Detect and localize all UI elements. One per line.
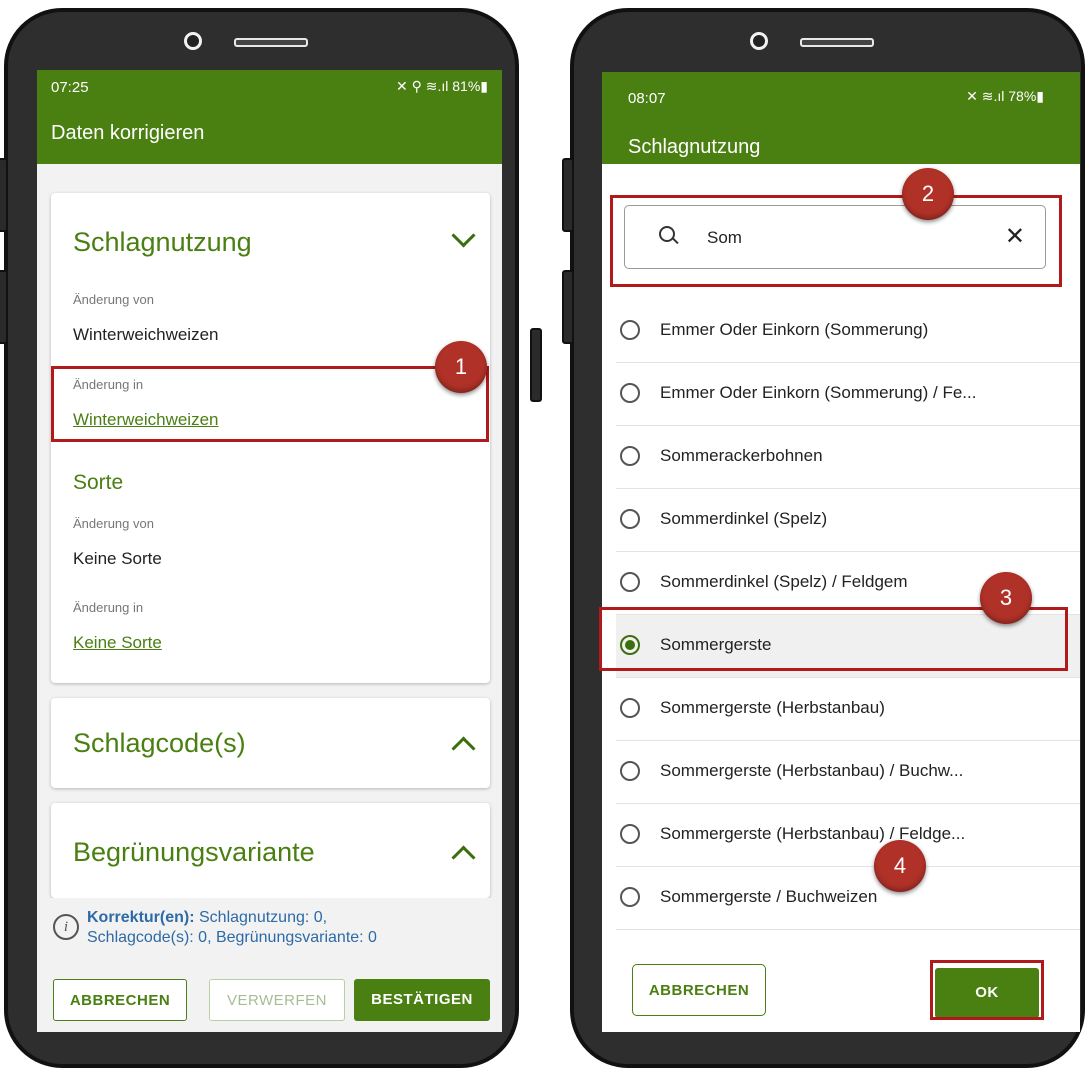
- volume-button-lower: [562, 270, 574, 344]
- highlight-box-2: [610, 195, 1062, 287]
- option-label: Emmer Oder Einkorn (Sommerung): [660, 320, 929, 339]
- power-button: [530, 328, 542, 402]
- option-item[interactable]: Sommergerste / Buchweizen: [616, 867, 1080, 930]
- option-item[interactable]: Emmer Oder Einkorn (Sommerung): [616, 300, 1080, 363]
- radio-icon[interactable]: [620, 761, 640, 781]
- step-marker-1: 1: [435, 341, 487, 393]
- discard-button[interactable]: VERWERFEN: [209, 979, 345, 1021]
- chevron-up-icon[interactable]: [451, 736, 476, 761]
- volume-button: [562, 158, 574, 232]
- schlagnutzung-title: Schlagnutzung: [73, 227, 252, 257]
- option-item[interactable]: Sommerdinkel (Spelz): [616, 489, 1080, 552]
- radio-icon[interactable]: [620, 887, 640, 907]
- left-screen: 07:25 ✕ ⚲ ≋.ıl 81%▮ Daten korrigieren Sc…: [37, 70, 502, 1032]
- radio-icon[interactable]: [620, 320, 640, 340]
- app-title: Daten korrigieren: [51, 122, 205, 144]
- chevron-down-icon[interactable]: [451, 223, 476, 248]
- option-label: Emmer Oder Einkorn (Sommerung) / Fe...: [660, 383, 977, 402]
- from-value: Winterweichweizen: [73, 325, 219, 344]
- radio-icon[interactable]: [620, 824, 640, 844]
- volume-button: [0, 158, 8, 232]
- status-bar: 08:07 ✕ ≋.ıl 78%▮: [602, 72, 1080, 112]
- option-label: Sommergerste / Buchweizen: [660, 887, 878, 906]
- option-label: Sommerdinkel (Spelz): [660, 509, 828, 528]
- radio-icon[interactable]: [620, 383, 640, 403]
- schlagcode-card[interactable]: Schlagcode(s): [51, 698, 490, 788]
- camera-icon: [750, 32, 768, 50]
- status-icons: ✕ ⚲ ≋.ıl 81%▮: [396, 78, 488, 94]
- confirm-button[interactable]: BESTÄTIGEN: [354, 979, 490, 1021]
- option-label: Sommergerste (Herbstanbau) / Buchw...: [660, 761, 964, 780]
- radio-icon[interactable]: [620, 572, 640, 592]
- schlagnutzung-header[interactable]: Schlagnutzung: [51, 193, 490, 283]
- begruenung-title: Begrünungsvariante: [73, 837, 315, 867]
- info-icon: i: [53, 914, 79, 940]
- status-bar: 07:25 ✕ ⚲ ≋.ıl 81%▮: [37, 70, 502, 102]
- option-item[interactable]: Sommergerste (Herbstanbau) / Buchw...: [616, 741, 1080, 804]
- app-bar: Daten korrigieren: [37, 102, 502, 164]
- sorte-from-label: Änderung von: [73, 516, 154, 531]
- sorte-title: Sorte: [73, 471, 124, 494]
- option-label: Sommerdinkel (Spelz) / Feldgem: [660, 572, 908, 591]
- info-text-1: Schlagnutzung: 0,: [194, 909, 328, 926]
- status-icons: ✕ ≋.ıl 78%▮: [966, 88, 1044, 104]
- from-label: Änderung von: [73, 292, 154, 307]
- step-marker-3: 3: [980, 572, 1032, 624]
- option-label: Sommergerste (Herbstanbau) / Feldge...: [660, 824, 966, 843]
- chevron-up-icon[interactable]: [451, 845, 476, 870]
- option-label: Sommergerste (Herbstanbau): [660, 698, 885, 717]
- step-marker-2: 2: [902, 168, 954, 220]
- speaker-grille: [800, 38, 874, 47]
- info-text-2: Schlagcode(s): 0, Begrünungsvariante: 0: [87, 929, 377, 946]
- info-bold: Korrektur(en):: [87, 909, 195, 926]
- radio-icon[interactable]: [620, 509, 640, 529]
- option-item[interactable]: Emmer Oder Einkorn (Sommerung) / Fe...: [616, 363, 1080, 426]
- option-item[interactable]: Sommergerste (Herbstanbau): [616, 678, 1080, 741]
- sorte-to-value-link[interactable]: Keine Sorte: [73, 633, 162, 653]
- option-item[interactable]: Sommerackerbohnen: [616, 426, 1080, 489]
- app-title: Schlagnutzung: [628, 136, 761, 158]
- highlight-box-4: [930, 960, 1044, 1020]
- option-label: Sommerackerbohnen: [660, 446, 823, 465]
- highlight-box-1: [51, 366, 489, 442]
- app-bar: Schlagnutzung: [602, 112, 1080, 164]
- option-item[interactable]: Sommergerste (Herbstanbau) / Feldge...: [616, 804, 1080, 867]
- sorte-from-value: Keine Sorte: [73, 549, 162, 568]
- cancel-button[interactable]: ABBRECHEN: [53, 979, 187, 1021]
- radio-icon[interactable]: [620, 698, 640, 718]
- speaker-grille: [234, 38, 308, 47]
- camera-icon: [184, 32, 202, 50]
- cancel-button[interactable]: ABBRECHEN: [632, 964, 766, 1016]
- radio-icon[interactable]: [620, 446, 640, 466]
- volume-button-lower: [0, 270, 8, 344]
- info-panel: i Korrektur(en): Schlagnutzung: 0, Schla…: [37, 898, 502, 1032]
- begruenung-card[interactable]: Begrünungsvariante: [51, 803, 490, 898]
- sorte-to-label: Änderung in: [73, 600, 144, 615]
- status-time: 08:07: [628, 90, 666, 107]
- status-time: 07:25: [51, 79, 89, 96]
- step-marker-4: 4: [874, 840, 926, 892]
- info-text: Korrektur(en): Schlagnutzung: 0, Schlagc…: [87, 908, 377, 948]
- schlagcode-title: Schlagcode(s): [73, 728, 246, 758]
